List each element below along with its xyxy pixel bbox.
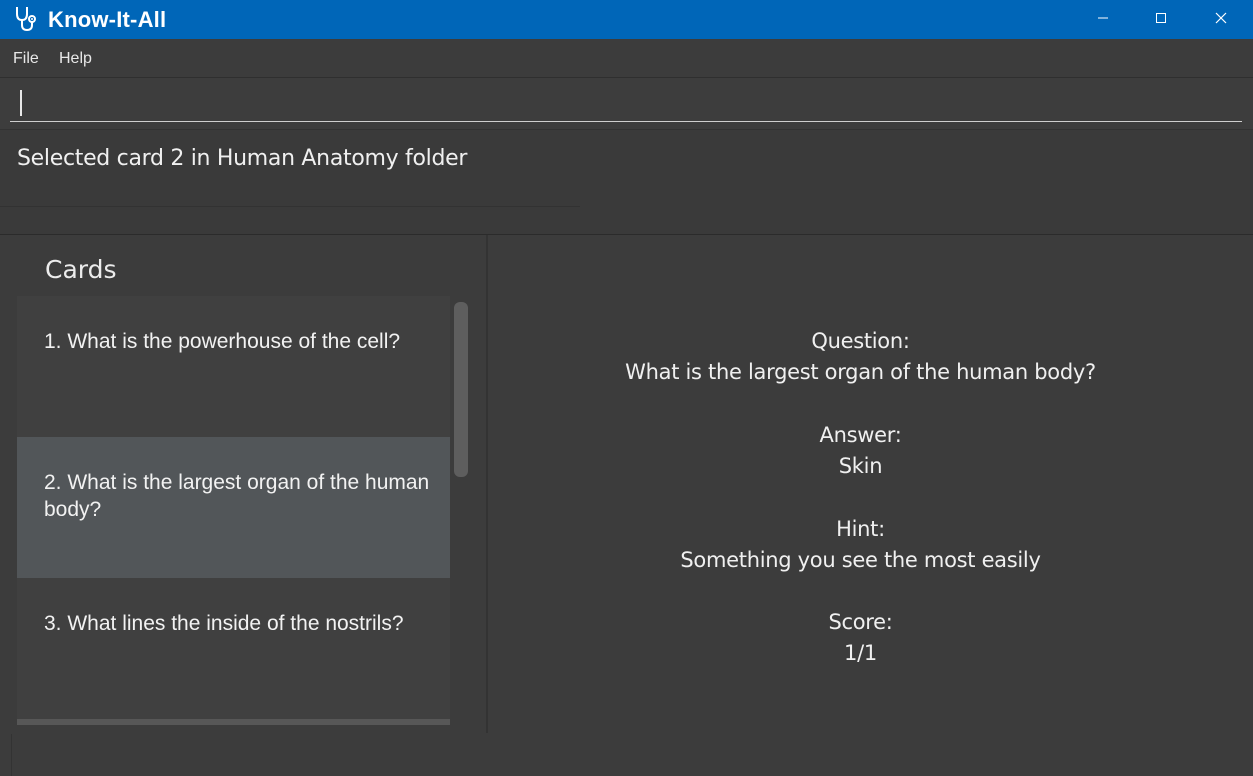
card-detail-panel: Question: What is the largest organ of t… <box>488 235 1253 733</box>
app-window: Know-It-All File Help Selected card 2 in… <box>0 0 1253 776</box>
main-area: Cards 1. What is the powerhouse of the c… <box>0 235 1253 776</box>
menu-help[interactable]: Help <box>59 50 92 68</box>
command-input[interactable] <box>10 84 1242 122</box>
answer-section: Answer: Skin <box>488 420 1233 482</box>
hint-text: Something you see the most easily <box>680 548 1041 572</box>
stethoscope-icon <box>13 5 39 33</box>
close-icon <box>1215 11 1227 29</box>
minimize-button[interactable] <box>1074 0 1132 39</box>
card-list-item-3[interactable]: 3. What lines the inside of the nostrils… <box>17 578 450 719</box>
answer-text: Skin <box>838 454 883 478</box>
text-caret <box>20 90 22 116</box>
close-button[interactable] <box>1192 0 1250 39</box>
title-bar[interactable]: Know-It-All <box>0 0 1253 39</box>
score-label: Score: <box>828 610 893 634</box>
menu-bar: File Help <box>0 39 1253 78</box>
status-divider <box>11 734 12 776</box>
card-list[interactable]: 1. What is the powerhouse of the cell? 2… <box>17 296 450 725</box>
result-display: Selected card 2 in Human Anatomy folder <box>0 130 1253 235</box>
result-divider <box>0 206 580 207</box>
question-section: Question: What is the largest organ of t… <box>488 326 1233 388</box>
menu-file[interactable]: File <box>13 50 39 68</box>
status-bar <box>0 734 1253 776</box>
result-message: Selected card 2 in Human Anatomy folder <box>17 146 468 171</box>
question-text: What is the largest organ of the human b… <box>625 360 1096 384</box>
window-title: Know-It-All <box>48 7 167 32</box>
answer-label: Answer: <box>819 423 902 447</box>
card-list-item-1[interactable]: 1. What is the powerhouse of the cell? <box>17 296 450 437</box>
minimize-icon <box>1097 11 1109 29</box>
card-list-item-2-selected[interactable]: 2. What is the largest organ of the huma… <box>17 437 450 578</box>
question-label: Question: <box>811 329 910 353</box>
hint-section: Hint: Something you see the most easily <box>488 514 1233 576</box>
cards-panel: Cards 1. What is the powerhouse of the c… <box>0 235 488 733</box>
maximize-icon <box>1155 11 1167 29</box>
cards-panel-title: Cards <box>45 255 117 284</box>
score-section: Score: 1/1 <box>488 607 1233 669</box>
command-box <box>0 78 1253 130</box>
card-list-item-4-partial[interactable] <box>17 719 450 725</box>
card-list-scrollbar-thumb[interactable] <box>454 302 468 477</box>
score-value: 1/1 <box>844 641 877 665</box>
maximize-button[interactable] <box>1132 0 1190 39</box>
hint-label: Hint: <box>836 517 885 541</box>
